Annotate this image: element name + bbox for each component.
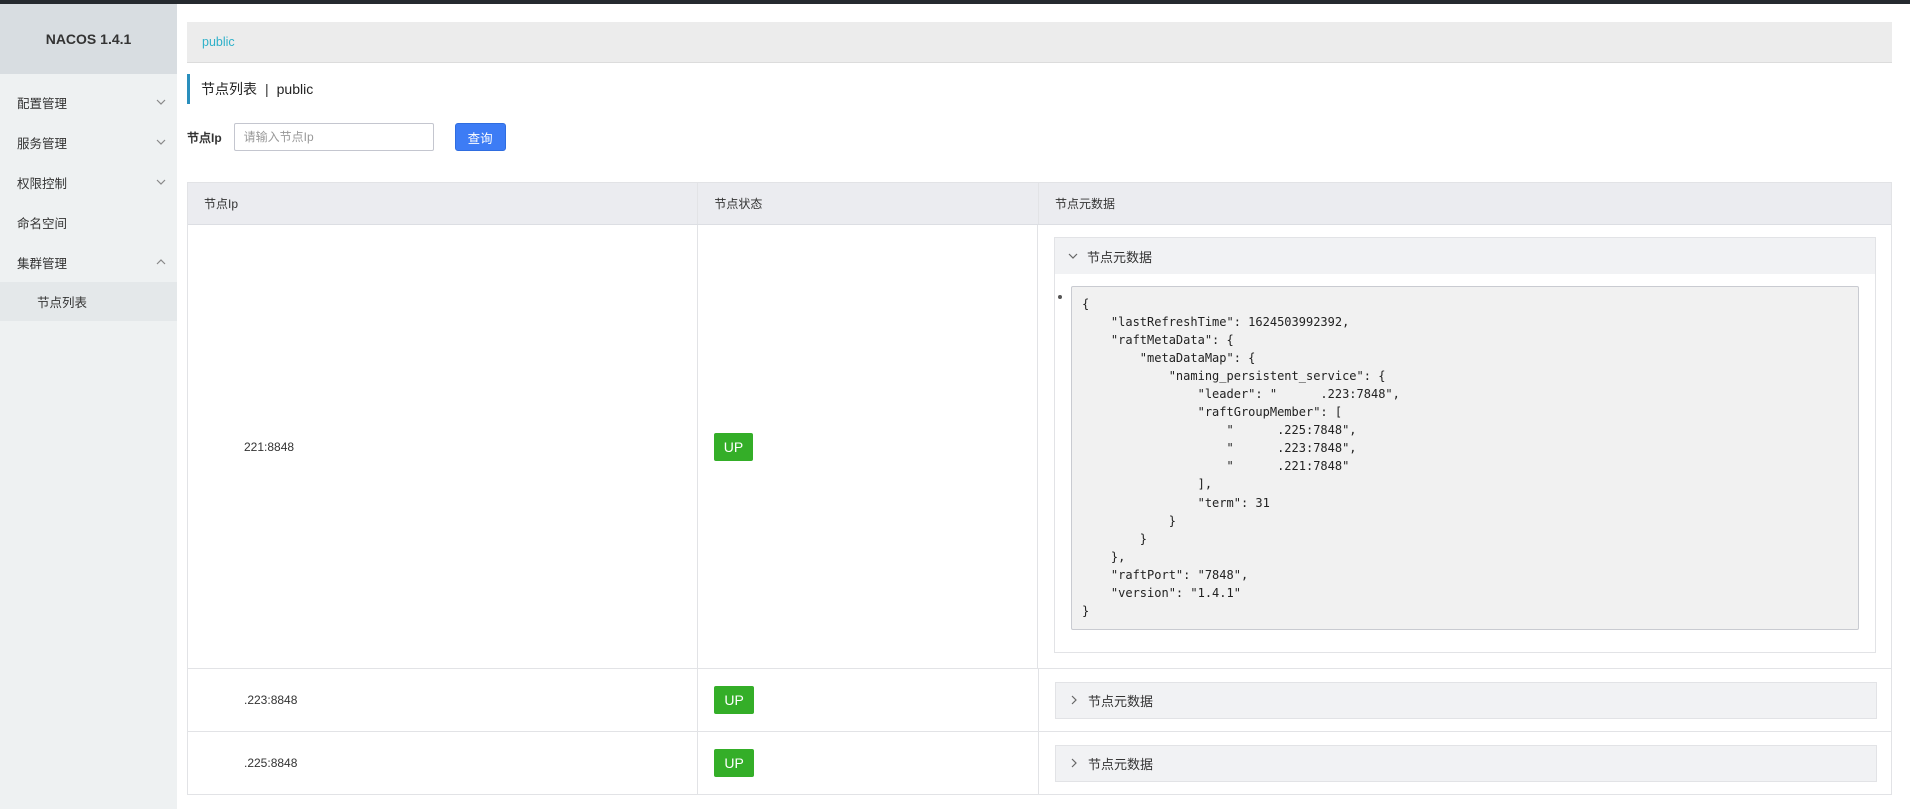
node-ip: .225:8848 xyxy=(244,756,298,770)
sidebar-item-label: 服务管理 xyxy=(17,136,68,151)
sidebar-item-label: 配置管理 xyxy=(17,96,68,111)
status-badge: UP xyxy=(714,749,754,777)
chevron-right-icon xyxy=(1068,757,1080,769)
metadata-collapse-label: 节点元数据 xyxy=(1088,756,1154,772)
metadata-json: { "lastRefreshTime": 1624503992392, "raf… xyxy=(1082,297,1400,618)
ip-redaction xyxy=(204,695,244,705)
node-status-cell: UP xyxy=(696,225,1037,668)
breadcrumb: public xyxy=(187,22,1892,63)
status-badge: UP xyxy=(713,432,754,461)
sidebar-item-label: 集群管理 xyxy=(17,256,68,271)
table-row: .223:8848 UP 节点元数据 xyxy=(188,669,1891,732)
chevron-right-icon xyxy=(1068,694,1080,706)
node-ip: .223:8848 xyxy=(244,693,298,707)
sidebar-subitem-node-list[interactable]: 节点列表 xyxy=(0,282,177,321)
sidebar-item-label: 权限控制 xyxy=(17,176,68,191)
namespace-link[interactable]: public xyxy=(202,35,235,49)
sidebar-item-config[interactable]: 配置管理 xyxy=(0,82,177,122)
scrollbar-track[interactable] xyxy=(1892,4,1910,809)
status-badge: UP xyxy=(714,686,754,714)
metadata-collapse: 节点元数据 xyxy=(1055,681,1878,719)
chevron-down-icon xyxy=(1067,250,1079,262)
metadata-json-box: { "lastRefreshTime": 1624503992392, "raf… xyxy=(1071,286,1859,630)
query-button[interactable]: 查询 xyxy=(454,123,506,151)
main-content: public 节点列表 | public 节点Ip 查询 节点Ip 节点状态 节… xyxy=(177,4,1910,809)
sidebar-item-namespace[interactable]: 命名空间 xyxy=(0,202,177,242)
chevron-down-icon xyxy=(155,136,167,148)
metadata-collapse-header[interactable]: 节点元数据 xyxy=(1055,238,1875,274)
node-status-cell: UP xyxy=(697,732,1038,794)
node-ip-cell: 221:8848 xyxy=(188,225,697,668)
node-metadata-cell: 节点元数据 { "lastRefreshTime": 1624503992392… xyxy=(1037,225,1891,668)
chevron-down-icon xyxy=(155,96,167,108)
ip-redaction xyxy=(204,758,244,768)
sidebar-item-services[interactable]: 服务管理 xyxy=(0,122,177,162)
metadata-collapse-label: 节点元数据 xyxy=(1087,249,1153,265)
node-ip-cell: .225:8848 xyxy=(188,732,697,794)
node-metadata-cell: 节点元数据 xyxy=(1038,732,1891,794)
node-metadata-cell: 节点元数据 xyxy=(1038,669,1891,731)
node-ip-cell: .223:8848 xyxy=(188,669,697,731)
chevron-up-icon xyxy=(155,256,167,268)
table-row: 221:8848 UP 节点元数据 { "lastRefreshTime": 1… xyxy=(188,225,1891,669)
page-title-text: 节点列表 xyxy=(201,81,257,97)
page-title-separator: | xyxy=(265,81,269,97)
column-header-metadata: 节点元数据 xyxy=(1038,183,1891,224)
sidebar-item-cluster[interactable]: 集群管理 xyxy=(0,242,177,282)
metadata-collapse-header[interactable]: 节点元数据 xyxy=(1055,681,1878,719)
metadata-collapse-label: 节点元数据 xyxy=(1088,693,1154,709)
column-header-ip: 节点Ip xyxy=(204,197,239,211)
search-bar: 节点Ip 查询 xyxy=(187,123,506,151)
table-row: .225:8848 UP 节点元数据 xyxy=(188,732,1891,795)
app-logo: NACOS 1.4.1 xyxy=(0,4,177,74)
sidebar-item-auth[interactable]: 权限控制 xyxy=(0,162,177,202)
page-title-namespace: public xyxy=(276,81,314,97)
metadata-collapse-header[interactable]: 节点元数据 xyxy=(1055,744,1878,782)
node-ip: 221:8848 xyxy=(244,439,295,454)
list-bullet-icon xyxy=(1058,295,1062,299)
sidebar-item-label: 命名空间 xyxy=(17,216,68,231)
column-header-status: 节点状态 xyxy=(697,183,1038,224)
table-header: 节点Ip 节点状态 节点元数据 xyxy=(188,183,1891,225)
sidebar-menu: 配置管理 服务管理 权限控制 命名空间 集群管理 节点列表 xyxy=(0,82,177,321)
metadata-collapse-body: { "lastRefreshTime": 1624503992392, "raf… xyxy=(1055,274,1875,652)
sidebar-subitem-label: 节点列表 xyxy=(37,296,88,310)
metadata-collapse: 节点元数据 xyxy=(1055,744,1878,782)
node-status-cell: UP xyxy=(697,669,1038,731)
metadata-collapse: 节点元数据 { "lastRefreshTime": 1624503992392… xyxy=(1054,237,1876,653)
chevron-down-icon xyxy=(155,176,167,188)
search-label: 节点Ip xyxy=(187,130,222,145)
page-title: 节点列表 | public xyxy=(187,74,313,104)
node-table: 节点Ip 节点状态 节点元数据 221:8848 UP 节点元数据 {"las… xyxy=(187,182,1892,795)
search-input[interactable] xyxy=(233,123,434,151)
ip-redaction xyxy=(204,442,244,452)
sidebar: NACOS 1.4.1 配置管理 服务管理 权限控制 命名空间 集群管理 节点列… xyxy=(0,4,177,809)
